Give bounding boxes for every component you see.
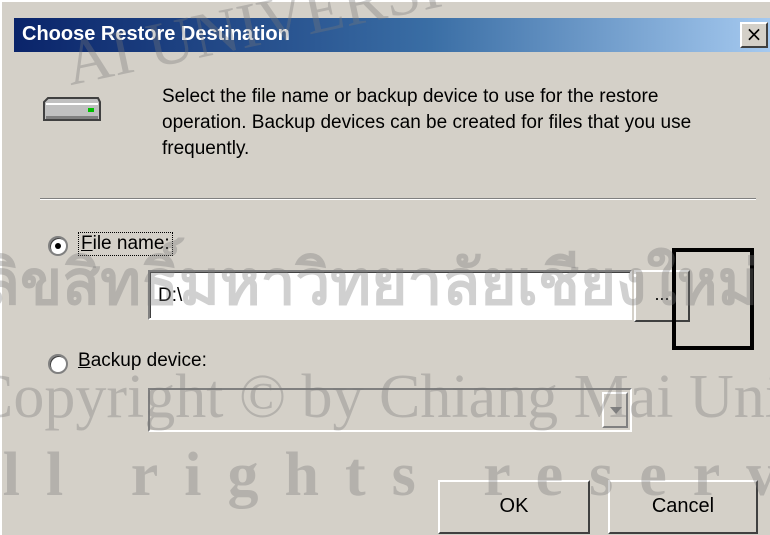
intro-text: Select the file name or backup device to… [162,86,692,159]
dialog-title: Choose Restore Destination [22,23,290,45]
backup-device-label[interactable]: Backup device: [78,350,207,372]
drive-icon [43,97,101,121]
restore-destination-dialog: Choose Restore Destination × Select the … [0,0,770,535]
close-button[interactable]: × [740,22,768,48]
file-name-value: D:\ [158,285,183,306]
file-name-label[interactable]: File name: [78,232,173,256]
title-bar[interactable]: Choose Restore Destination × [14,18,770,52]
chevron-down-icon [602,392,628,428]
close-icon: × [745,22,763,46]
backup-device-label-text: ackup device: [90,350,207,371]
file-name-label-text: ile name: [92,233,170,254]
backup-device-select [148,388,632,432]
backup-device-accelerator: B [78,350,91,371]
file-name-radio[interactable] [48,236,68,256]
file-name-input[interactable]: D:\ [148,270,632,320]
backup-device-radio[interactable] [48,354,68,374]
file-name-accelerator: F [81,233,93,254]
cancel-button[interactable]: Cancel [608,480,758,534]
ok-button[interactable]: OK [438,480,590,534]
separator [40,198,756,200]
highlight-annotation-box [672,248,754,350]
